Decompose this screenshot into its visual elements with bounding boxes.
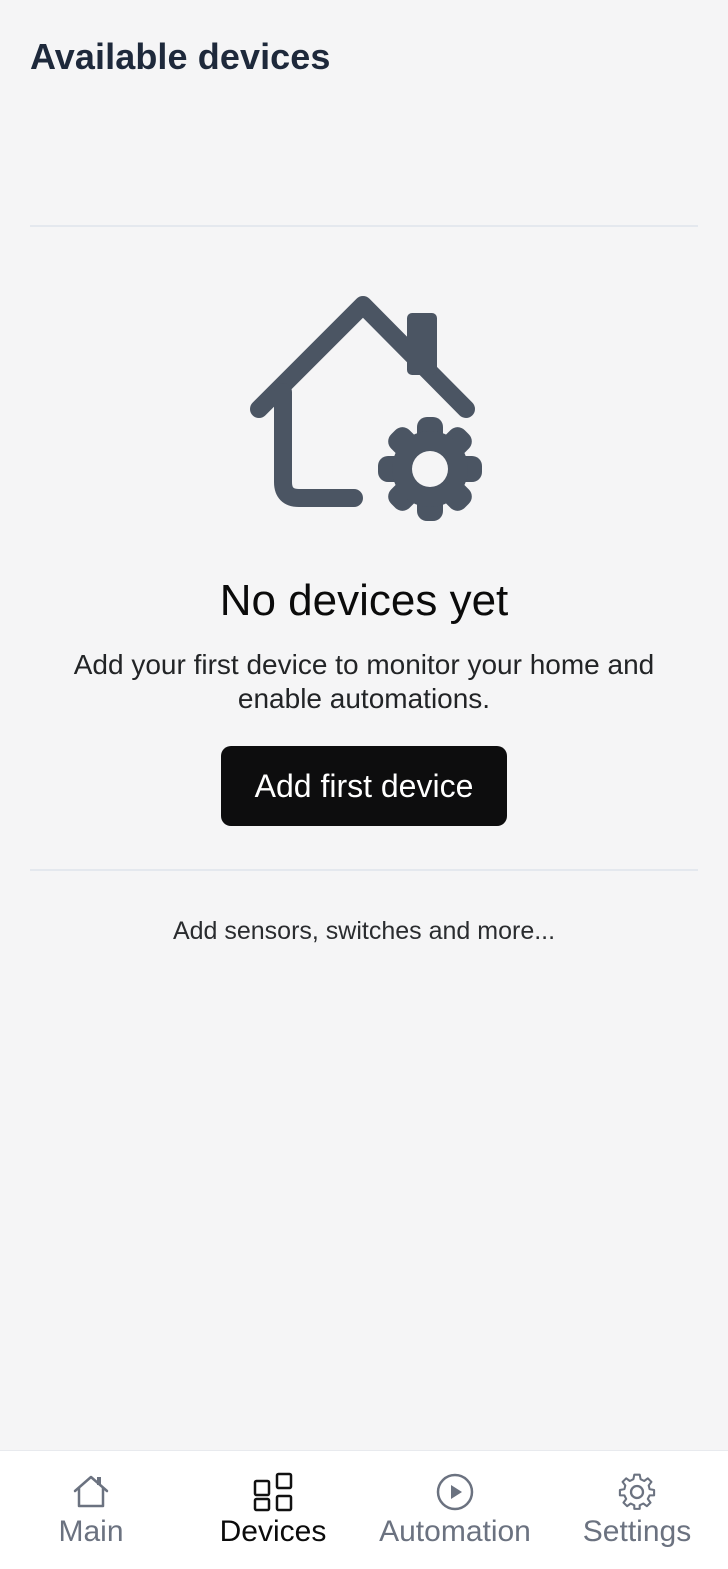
home-icon — [73, 1475, 109, 1508]
empty-state-title: No devices yet — [219, 576, 509, 625]
section-divider — [30, 869, 698, 871]
add-first-device-button[interactable]: Add first device — [221, 746, 507, 826]
nav-item-automation[interactable]: Automation — [364, 1451, 546, 1569]
play-circle-icon — [436, 1473, 474, 1511]
bottom-nav: Main Devices Automation Settings — [0, 1450, 728, 1569]
nav-label-automation: Automation — [379, 1515, 531, 1548]
hint-text: Add sensors, switches and more... — [172, 917, 556, 945]
gear-icon — [618, 1473, 656, 1510]
grid-icon — [253, 1472, 293, 1512]
nav-item-settings[interactable]: Settings — [546, 1451, 728, 1569]
nav-item-devices[interactable]: Devices — [182, 1451, 364, 1569]
nav-label-devices: Devices — [219, 1515, 327, 1548]
house-gear-icon — [250, 296, 482, 521]
top-divider — [30, 225, 698, 227]
nav-label-main: Main — [58, 1515, 124, 1548]
nav-item-main[interactable]: Main — [0, 1451, 182, 1569]
page-title: Available devices — [30, 36, 331, 77]
nav-label-settings: Settings — [582, 1515, 692, 1548]
empty-state-description: Add your first device to monitor your ho… — [73, 649, 655, 714]
